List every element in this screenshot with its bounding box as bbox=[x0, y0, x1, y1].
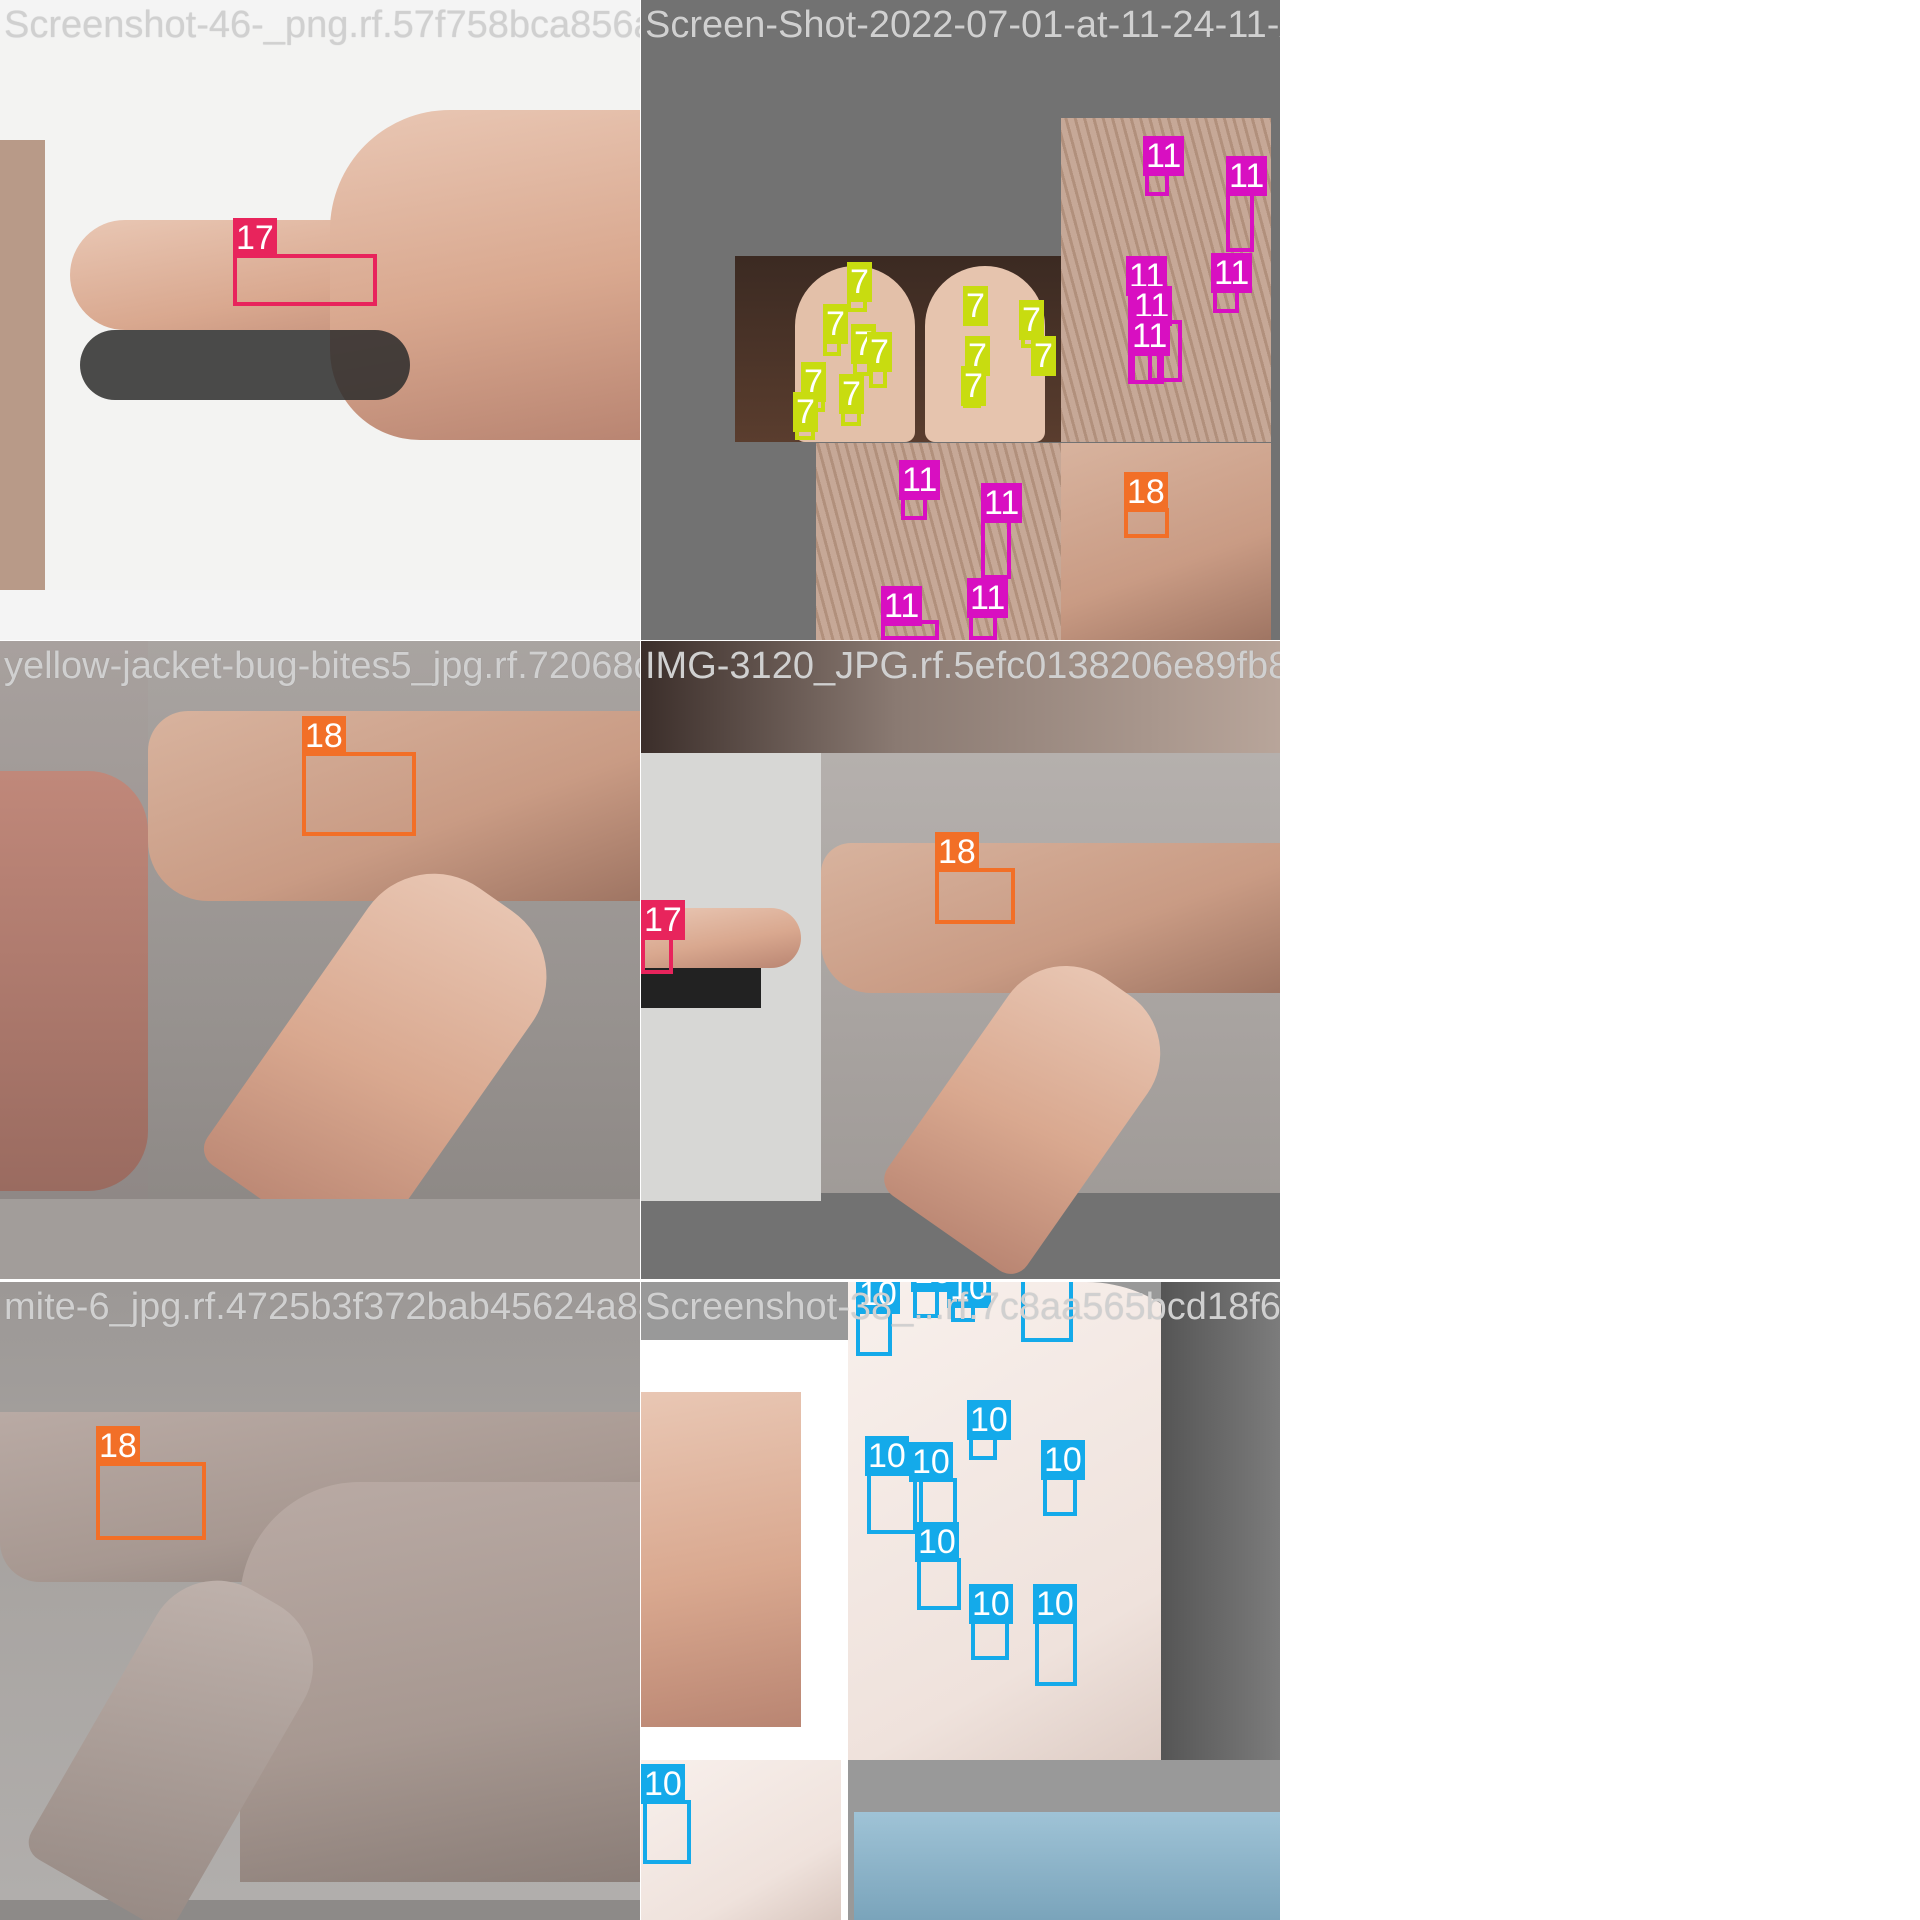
bbox-label-7: 7 bbox=[963, 286, 988, 326]
photo-thumb-shadow bbox=[641, 968, 761, 1008]
bbox-label-10: 10 bbox=[909, 1442, 953, 1482]
photo-shadow bbox=[80, 330, 410, 400]
bbox-class-11 bbox=[981, 517, 1011, 579]
bbox-label-18: 18 bbox=[302, 716, 346, 756]
tile-title: Screenshot-46-_png.rf.57f758bca856a3762c bbox=[4, 4, 640, 46]
bbox-class-10 bbox=[917, 1558, 961, 1610]
photo-forearm-left bbox=[0, 140, 45, 590]
photo-bottom-strip bbox=[0, 1199, 640, 1279]
bbox-class-18 bbox=[1124, 508, 1169, 538]
photo-hand-finger bbox=[0, 30, 640, 590]
bbox-class-10 bbox=[1043, 1476, 1077, 1516]
bbox-label-17: 17 bbox=[233, 218, 277, 258]
bbox-label-18: 18 bbox=[935, 832, 979, 872]
bbox-class-17 bbox=[641, 936, 673, 974]
photo-gray-hand bbox=[0, 1282, 640, 1920]
photo-torso bbox=[854, 1812, 1280, 1920]
bbox-class-18 bbox=[96, 1462, 206, 1540]
tile-title: IMG-3120_JPG.rf.5efc0138206e89fb8c430beb bbox=[645, 645, 1280, 687]
bbox-label-7: 7 bbox=[1031, 336, 1056, 376]
bbox-label-11: 11 bbox=[981, 483, 1023, 523]
bbox-label-11: 11 bbox=[1143, 136, 1185, 176]
bbox-label-11: 11 bbox=[1211, 253, 1253, 293]
bbox-label-17: 17 bbox=[641, 900, 685, 940]
bbox-label-10: 10 bbox=[1041, 1440, 1085, 1480]
bbox-label-7: 7 bbox=[823, 304, 848, 344]
bbox-class-10 bbox=[1035, 1620, 1077, 1686]
tile-title: Screenshot-38_...rf.7c8aa565bcd18f6aaf bbox=[645, 1286, 1280, 1328]
bbox-label-10: 10 bbox=[1033, 1584, 1077, 1624]
bbox-label-7: 7 bbox=[961, 366, 986, 406]
tile-title: mite-6_jpg.rf.4725b3f372bab45624a88eb001 bbox=[4, 1286, 640, 1328]
photo-left-hand bbox=[0, 641, 148, 1199]
grid-divider-horizontal bbox=[0, 1280, 1280, 1282]
bbox-label-11: 11 bbox=[967, 578, 1009, 618]
bbox-label-11: 11 bbox=[1129, 316, 1171, 356]
bbox-label-18: 18 bbox=[96, 1426, 140, 1466]
grid-divider-vertical bbox=[640, 0, 641, 1920]
bbox-class-17 bbox=[233, 254, 377, 306]
bbox-class-18 bbox=[302, 752, 416, 836]
bbox-label-10: 10 bbox=[641, 1764, 685, 1804]
photo-thumb bbox=[641, 753, 821, 1201]
tile-title: Screen-Shot-2022-07-01-at-11-24-11-AM_pn bbox=[645, 4, 1280, 46]
photo-neck bbox=[641, 1392, 801, 1727]
grid-divider-horizontal bbox=[0, 640, 1280, 641]
photo-wrist-finger-2 bbox=[821, 753, 1280, 1279]
bbox-label-10: 10 bbox=[865, 1436, 909, 1476]
mosaic-tile-2: Screen-Shot-2022-07-01-at-11-24-11-AM_pn… bbox=[641, 0, 1280, 640]
tile-title: yellow-jacket-bug-bites5_jpg.rf.72068dd bbox=[4, 645, 640, 687]
bbox-label-18: 18 bbox=[1124, 472, 1168, 512]
photo-couch bbox=[1161, 1282, 1280, 1760]
bbox-label-7: 7 bbox=[793, 392, 818, 432]
photo-left-fingers bbox=[0, 771, 148, 1191]
bbox-label-10: 10 bbox=[915, 1522, 959, 1562]
bbox-label-11: 11 bbox=[881, 586, 923, 626]
bbox-label-7: 7 bbox=[839, 374, 864, 414]
mosaic-tile-4: IMG-3120_JPG.rf.5efc0138206e89fb8c430beb… bbox=[641, 641, 1280, 1279]
mosaic-tile-5: mite-6_jpg.rf.4725b3f372bab45624a88eb001… bbox=[0, 1282, 640, 1920]
bbox-label-7: 7 bbox=[847, 262, 872, 302]
bbox-label-11: 11 bbox=[899, 460, 941, 500]
photo-feet bbox=[735, 256, 1061, 442]
bbox-label-10: 10 bbox=[969, 1584, 1013, 1624]
bbox-class-10 bbox=[643, 1800, 691, 1864]
mosaic-tile-3: yellow-jacket-bug-bites5_jpg.rf.72068dd … bbox=[0, 641, 640, 1279]
mosaic-tile-6: Screenshot-38_...rf.7c8aa565bcd18f6aaf 1… bbox=[641, 1282, 1280, 1920]
bbox-label-7: 7 bbox=[867, 332, 892, 372]
bbox-label-10: 10 bbox=[967, 1400, 1011, 1440]
photo-wrist-finger bbox=[148, 641, 640, 1269]
bbox-label-7: 7 bbox=[1019, 300, 1044, 340]
bbox-class-11 bbox=[1226, 190, 1254, 252]
bbox-class-18 bbox=[935, 868, 1015, 924]
mosaic-tile-1: Screenshot-46-_png.rf.57f758bca856a3762c… bbox=[0, 0, 640, 640]
bbox-label-11: 11 bbox=[1226, 156, 1268, 196]
bbox-class-10 bbox=[971, 1620, 1009, 1660]
